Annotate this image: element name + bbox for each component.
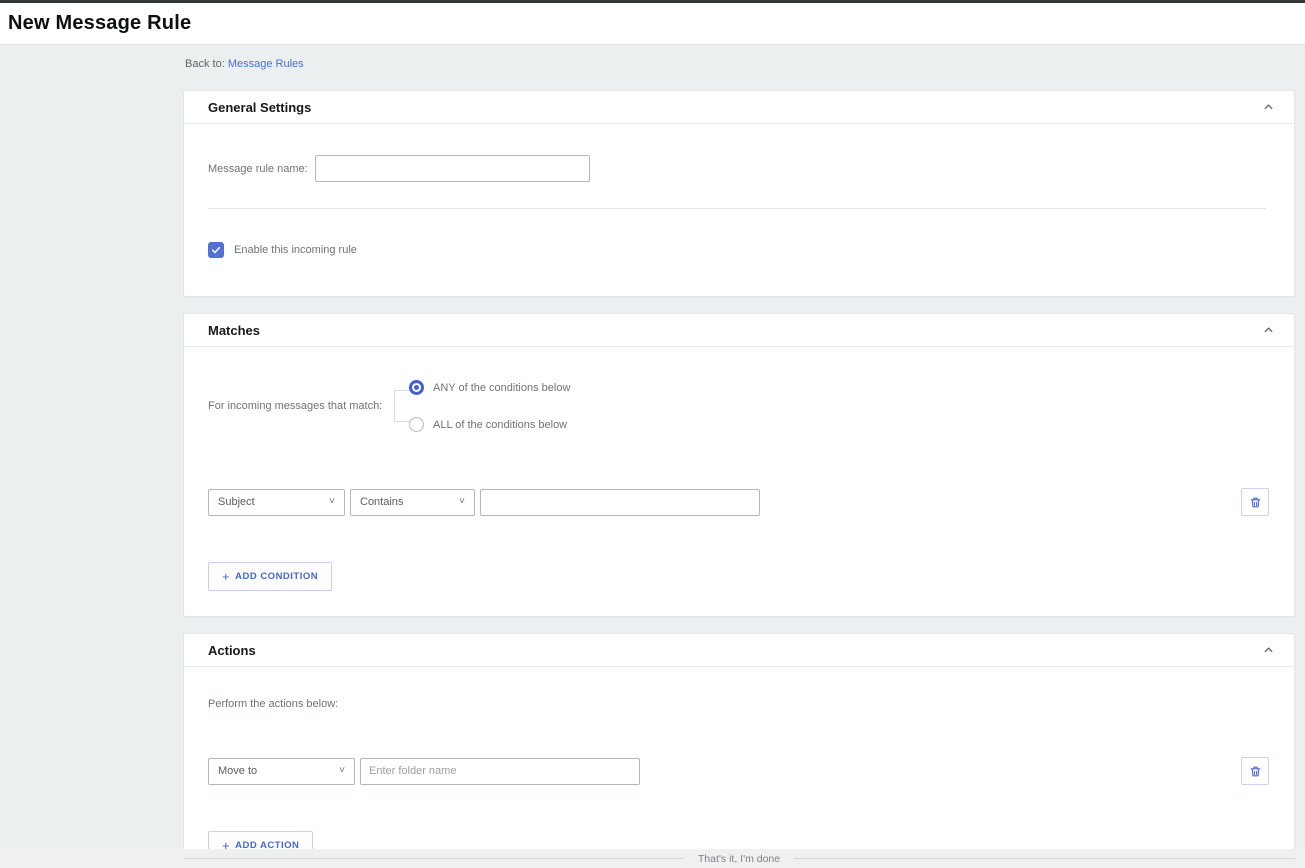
enable-rule-label: Enable this incoming rule [234, 244, 357, 256]
condition-value-input[interactable] [480, 489, 760, 516]
done-footer-bar: That's it, I'm done [0, 849, 1305, 868]
enable-rule-checkbox[interactable] [208, 242, 224, 258]
delete-action-button[interactable] [1241, 757, 1269, 785]
rule-name-label: Message rule name: [208, 163, 308, 175]
action-type-select[interactable]: Move to ˅ [208, 758, 355, 785]
general-settings-title: General Settings [208, 100, 311, 115]
radio-option-any[interactable]: ANY of the conditions below [409, 380, 570, 395]
condition-operator-select[interactable]: Contains ˅ [350, 489, 475, 516]
match-type-row: For incoming messages that match: ANY of… [208, 378, 1294, 434]
match-type-label: For incoming messages that match: [208, 400, 394, 412]
trash-icon [1249, 765, 1262, 778]
chevron-down-icon: ˅ [459, 497, 465, 507]
radio-unselected-icon [409, 417, 424, 432]
matches-card: Matches For incoming messages that match… [183, 313, 1295, 617]
matches-title: Matches [208, 323, 260, 338]
radio-all-label: ALL of the conditions below [433, 419, 567, 431]
main-content: Back to: Message Rules General Settings … [183, 45, 1295, 868]
divider-line [794, 858, 1295, 859]
chevron-down-icon: ˅ [339, 766, 345, 776]
folder-name-input[interactable] [360, 758, 640, 785]
back-to-message-rules-link[interactable]: Message Rules [228, 58, 304, 70]
rule-name-input[interactable] [315, 155, 590, 182]
actions-title: Actions [208, 643, 256, 658]
chevron-up-icon[interactable] [1263, 645, 1274, 656]
rule-name-row: Message rule name: [208, 155, 1294, 182]
condition-row: Subject ˅ Contains ˅ [184, 488, 1294, 516]
section-divider [208, 208, 1266, 209]
enable-rule-row: Enable this incoming rule [208, 242, 1294, 296]
checkmark-icon [211, 245, 221, 255]
delete-condition-button[interactable] [1241, 488, 1269, 516]
radio-selected-icon [409, 380, 424, 395]
trash-icon [1249, 496, 1262, 509]
condition-field-value: Subject [218, 496, 255, 508]
perform-actions-label: Perform the actions below: [208, 698, 1294, 710]
action-row: Move to ˅ [184, 757, 1294, 785]
action-type-value: Move to [218, 765, 257, 777]
general-settings-header: General Settings [184, 91, 1294, 124]
back-to-label: Back to: [185, 58, 225, 70]
add-condition-button[interactable]: + ADD CONDITION [208, 562, 332, 591]
matches-body: For incoming messages that match: ANY of… [184, 378, 1294, 616]
done-label: That's it, I'm done [698, 853, 780, 865]
divider-line [183, 858, 684, 859]
actions-header: Actions [184, 634, 1294, 667]
match-type-radio-group: ANY of the conditions below ALL of the c… [394, 378, 694, 434]
actions-body: Perform the actions below: Move to ˅ + A… [184, 698, 1294, 868]
matches-header: Matches [184, 314, 1294, 347]
plus-icon: + [222, 572, 230, 581]
chevron-up-icon[interactable] [1263, 325, 1274, 336]
condition-field-select[interactable]: Subject ˅ [208, 489, 345, 516]
radio-option-all[interactable]: ALL of the conditions below [409, 417, 567, 432]
chevron-down-icon: ˅ [329, 497, 335, 507]
breadcrumb: Back to: Message Rules [183, 45, 1295, 73]
app-header: New Message Rule [0, 3, 1305, 45]
radio-any-label: ANY of the conditions below [433, 382, 570, 394]
general-settings-card: General Settings Message rule name: Enab… [183, 90, 1295, 297]
chevron-up-icon[interactable] [1263, 102, 1274, 113]
page-title: New Message Rule [8, 12, 191, 35]
actions-card: Actions Perform the actions below: Move … [183, 633, 1295, 868]
general-settings-body: Message rule name: Enable this incoming … [184, 155, 1294, 296]
condition-operator-value: Contains [360, 496, 403, 508]
add-condition-label: ADD CONDITION [235, 571, 318, 582]
done-button[interactable]: That's it, I'm done [183, 849, 1295, 868]
